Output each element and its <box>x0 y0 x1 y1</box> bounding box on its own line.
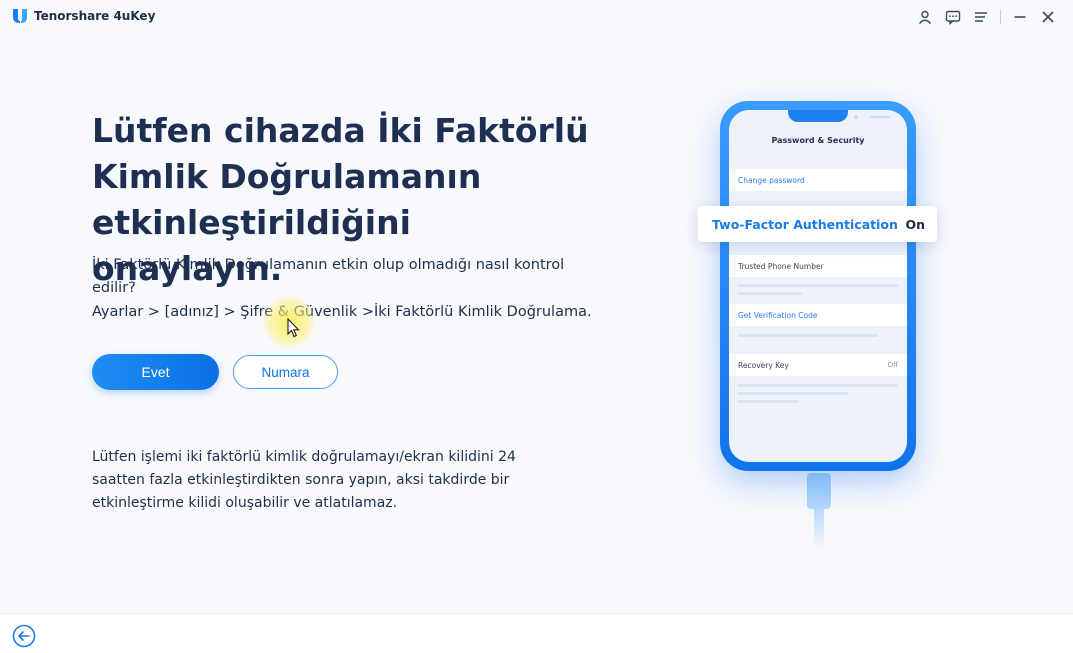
change-password-row: Change password <box>729 169 907 191</box>
close-icon <box>1042 11 1054 23</box>
brand: Tenorshare 4uKey <box>12 8 155 24</box>
placeholder-line <box>738 334 878 337</box>
user-icon <box>918 10 932 24</box>
feedback-icon <box>945 10 961 25</box>
usb-cable <box>814 509 824 549</box>
camera-dot <box>854 115 858 119</box>
speaker-line <box>870 116 890 118</box>
phone-illustration: Password & Security Change password Trus… <box>720 101 916 471</box>
warning-notice: Lütfen işlemi iki faktörlü kimlik doğrul… <box>92 449 516 511</box>
settings-path: Ayarlar > [adınız] > Şifre & Güvenlik >İ… <box>92 304 592 320</box>
minimize-button[interactable] <box>1009 6 1031 28</box>
feedback-button[interactable] <box>942 6 964 28</box>
placeholder-line <box>738 292 802 295</box>
two-factor-label: Two-Factor Authentication <box>712 216 898 232</box>
placeholder-line <box>738 392 848 395</box>
recovery-key-row: Recovery Key Off <box>729 354 907 376</box>
no-button[interactable]: Numara <box>233 355 338 389</box>
placeholder-line <box>738 284 898 287</box>
cable-plug <box>807 473 831 509</box>
title-bar: Tenorshare 4uKey <box>0 0 1073 34</box>
recovery-key-label: Recovery Key <box>738 360 789 370</box>
tenorshare-logo-icon <box>13 9 27 23</box>
menu-icon <box>975 12 987 22</box>
verification-code-label: Get Verification Code <box>738 310 818 320</box>
mouse-cursor-icon <box>287 318 300 338</box>
app-title: Tenorshare 4uKey <box>34 9 156 23</box>
controls-divider <box>1000 10 1001 24</box>
placeholder-line <box>738 400 798 403</box>
two-factor-state: On <box>905 216 925 232</box>
change-password-label: Change password <box>738 175 805 185</box>
window-controls <box>908 6 1059 28</box>
phone-screen: Password & Security Change password Trus… <box>729 110 907 462</box>
instruction-question: İki Faktörlü Kimlik Doğrulamanın etkin o… <box>92 257 565 296</box>
trusted-phone-row: Trusted Phone Number <box>729 255 907 277</box>
back-arrow-icon[interactable] <box>12 624 36 648</box>
screen-title: Password & Security <box>771 136 865 145</box>
two-factor-card: Two-Factor Authentication On <box>698 206 937 242</box>
minimize-icon <box>1014 16 1026 18</box>
footer-bar <box>0 613 1073 653</box>
recovery-key-state: Off <box>887 361 898 369</box>
placeholder-line <box>738 384 898 387</box>
yes-button[interactable]: Evet <box>92 354 219 390</box>
verification-code-row: Get Verification Code <box>729 304 907 326</box>
menu-button[interactable] <box>970 6 992 28</box>
account-button[interactable] <box>914 6 936 28</box>
phone-notch <box>788 110 890 122</box>
close-button[interactable] <box>1037 6 1059 28</box>
trusted-phone-label: Trusted Phone Number <box>738 261 824 271</box>
